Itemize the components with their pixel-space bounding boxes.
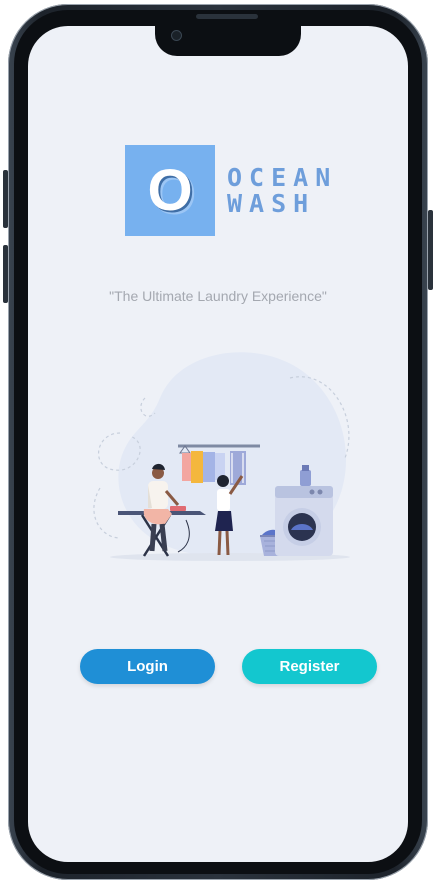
- login-button[interactable]: Login: [80, 649, 215, 684]
- tagline: "The Ultimate Laundry Experience": [109, 288, 327, 304]
- logo-word-wash: WASH: [227, 189, 316, 218]
- laundry-illustration: [93, 352, 350, 561]
- logo-mark: O: [125, 145, 215, 236]
- side-button-right: [428, 210, 433, 290]
- side-button-left-1: [3, 170, 8, 228]
- logo-letter: O: [147, 158, 193, 223]
- speaker-grille: [196, 14, 258, 19]
- app-stage: O OCEAN WASH "The Ultimate Laundry Exper…: [0, 0, 436, 884]
- front-camera-icon: [171, 30, 182, 41]
- register-button[interactable]: Register: [242, 649, 377, 684]
- logo-word-ocean: OCEAN: [227, 163, 338, 192]
